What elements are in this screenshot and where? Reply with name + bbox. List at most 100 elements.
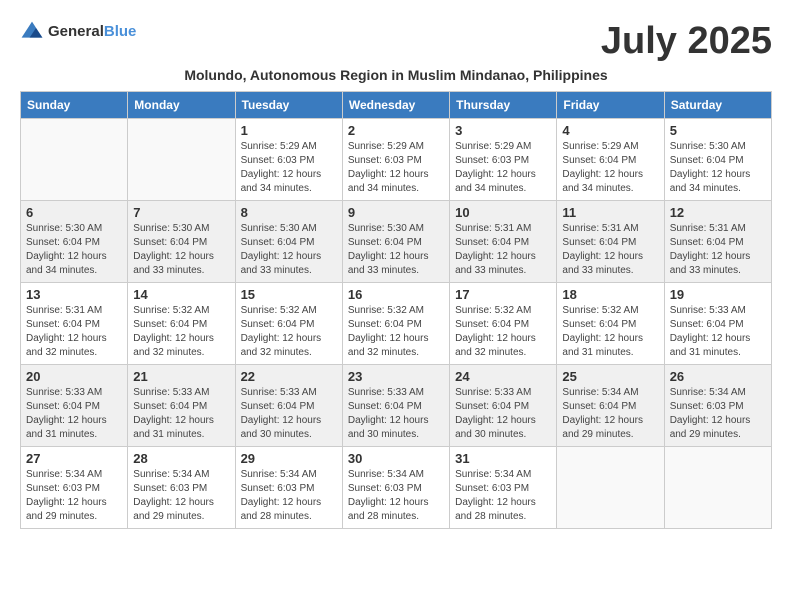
day-header-thursday: Thursday	[450, 92, 557, 119]
week-row-2: 6 Sunrise: 5:30 AM Sunset: 6:04 PM Daylig…	[21, 201, 772, 283]
day-header-tuesday: Tuesday	[235, 92, 342, 119]
day-number: 21	[133, 369, 229, 384]
day-info: Sunrise: 5:30 AM Sunset: 6:04 PM Dayligh…	[26, 222, 122, 278]
calendar-cell: 6 Sunrise: 5:30 AM Sunset: 6:04 PM Daylig…	[21, 201, 128, 283]
calendar-cell: 4 Sunrise: 5:29 AM Sunset: 6:04 PM Daylig…	[557, 119, 664, 201]
day-number: 30	[348, 451, 444, 466]
calendar-cell: 11 Sunrise: 5:31 AM Sunset: 6:04 PM Dayli…	[557, 201, 664, 283]
day-info: Sunrise: 5:33 AM Sunset: 6:04 PM Dayligh…	[670, 304, 766, 360]
calendar-cell: 2 Sunrise: 5:29 AM Sunset: 6:03 PM Daylig…	[342, 119, 449, 201]
day-info: Sunrise: 5:29 AM Sunset: 6:03 PM Dayligh…	[455, 140, 551, 196]
day-info: Sunrise: 5:31 AM Sunset: 6:04 PM Dayligh…	[562, 222, 658, 278]
day-info: Sunrise: 5:31 AM Sunset: 6:04 PM Dayligh…	[670, 222, 766, 278]
calendar-cell: 7 Sunrise: 5:30 AM Sunset: 6:04 PM Daylig…	[128, 201, 235, 283]
day-number: 11	[562, 205, 658, 220]
day-number: 18	[562, 287, 658, 302]
calendar-cell: 1 Sunrise: 5:29 AM Sunset: 6:03 PM Daylig…	[235, 119, 342, 201]
day-info: Sunrise: 5:31 AM Sunset: 6:04 PM Dayligh…	[455, 222, 551, 278]
day-number: 31	[455, 451, 551, 466]
day-info: Sunrise: 5:32 AM Sunset: 6:04 PM Dayligh…	[455, 304, 551, 360]
day-info: Sunrise: 5:33 AM Sunset: 6:04 PM Dayligh…	[348, 386, 444, 442]
logo-blue-text: Blue	[104, 23, 137, 40]
day-info: Sunrise: 5:31 AM Sunset: 6:04 PM Dayligh…	[26, 304, 122, 360]
day-info: Sunrise: 5:29 AM Sunset: 6:03 PM Dayligh…	[241, 140, 337, 196]
week-row-5: 27 Sunrise: 5:34 AM Sunset: 6:03 PM Dayli…	[21, 447, 772, 529]
day-number: 8	[241, 205, 337, 220]
day-number: 19	[670, 287, 766, 302]
calendar-cell: 24 Sunrise: 5:33 AM Sunset: 6:04 PM Dayli…	[450, 365, 557, 447]
calendar-cell: 18Sunrise: 5:32 AM Sunset: 6:04 PM Dayli…	[557, 283, 664, 365]
calendar-cell: 26Sunrise: 5:34 AM Sunset: 6:03 PM Dayli…	[664, 365, 771, 447]
day-info: Sunrise: 5:30 AM Sunset: 6:04 PM Dayligh…	[670, 140, 766, 196]
day-number: 24	[455, 369, 551, 384]
day-info: Sunrise: 5:33 AM Sunset: 6:04 PM Dayligh…	[26, 386, 122, 442]
calendar-cell: 25 Sunrise: 5:34 AM Sunset: 6:04 PM Dayli…	[557, 365, 664, 447]
day-number: 4	[562, 123, 658, 138]
calendar-table: SundayMondayTuesdayWednesdayThursdayFrid…	[20, 91, 772, 529]
day-header-friday: Friday	[557, 92, 664, 119]
calendar-cell: 23Sunrise: 5:33 AM Sunset: 6:04 PM Dayli…	[342, 365, 449, 447]
calendar-cell: 9 Sunrise: 5:30 AM Sunset: 6:04 PM Daylig…	[342, 201, 449, 283]
day-header-sunday: Sunday	[21, 92, 128, 119]
day-info: Sunrise: 5:33 AM Sunset: 6:04 PM Dayligh…	[455, 386, 551, 442]
week-row-1: 1 Sunrise: 5:29 AM Sunset: 6:03 PM Daylig…	[21, 119, 772, 201]
header: GeneralBlue July 2025	[20, 20, 772, 63]
calendar-cell: 31 Sunrise: 5:34 AM Sunset: 6:03 PM Dayli…	[450, 447, 557, 529]
day-number: 28	[133, 451, 229, 466]
day-number: 27	[26, 451, 122, 466]
calendar-cell: 27 Sunrise: 5:34 AM Sunset: 6:03 PM Dayli…	[21, 447, 128, 529]
day-header-wednesday: Wednesday	[342, 92, 449, 119]
week-row-4: 20 Sunrise: 5:33 AM Sunset: 6:04 PM Dayli…	[21, 365, 772, 447]
calendar-cell	[664, 447, 771, 529]
calendar-cell: 30Sunrise: 5:34 AM Sunset: 6:03 PM Dayli…	[342, 447, 449, 529]
day-number: 12	[670, 205, 766, 220]
day-info: Sunrise: 5:30 AM Sunset: 6:04 PM Dayligh…	[241, 222, 337, 278]
calendar-cell: 16Sunrise: 5:32 AM Sunset: 6:04 PM Dayli…	[342, 283, 449, 365]
calendar-cell: 13Sunrise: 5:31 AM Sunset: 6:04 PM Dayli…	[21, 283, 128, 365]
day-number: 10	[455, 205, 551, 220]
day-info: Sunrise: 5:34 AM Sunset: 6:03 PM Dayligh…	[241, 468, 337, 524]
calendar-cell: 14 Sunrise: 5:32 AM Sunset: 6:04 PM Dayli…	[128, 283, 235, 365]
calendar-cell: 8 Sunrise: 5:30 AM Sunset: 6:04 PM Daylig…	[235, 201, 342, 283]
day-number: 26	[670, 369, 766, 384]
day-info: Sunrise: 5:30 AM Sunset: 6:04 PM Dayligh…	[348, 222, 444, 278]
day-number: 29	[241, 451, 337, 466]
day-number: 7	[133, 205, 229, 220]
day-number: 3	[455, 123, 551, 138]
day-number: 5	[670, 123, 766, 138]
week-row-3: 13Sunrise: 5:31 AM Sunset: 6:04 PM Dayli…	[21, 283, 772, 365]
logo: GeneralBlue	[20, 20, 136, 44]
day-info: Sunrise: 5:32 AM Sunset: 6:04 PM Dayligh…	[133, 304, 229, 360]
day-info: Sunrise: 5:34 AM Sunset: 6:03 PM Dayligh…	[455, 468, 551, 524]
day-number: 20	[26, 369, 122, 384]
calendar-cell	[128, 119, 235, 201]
day-number: 1	[241, 123, 337, 138]
day-info: Sunrise: 5:34 AM Sunset: 6:03 PM Dayligh…	[133, 468, 229, 524]
day-number: 9	[348, 205, 444, 220]
calendar-cell: 22 Sunrise: 5:33 AM Sunset: 6:04 PM Dayli…	[235, 365, 342, 447]
calendar-cell: 19 Sunrise: 5:33 AM Sunset: 6:04 PM Dayli…	[664, 283, 771, 365]
calendar-cell: 21Sunrise: 5:33 AM Sunset: 6:04 PM Dayli…	[128, 365, 235, 447]
day-number: 22	[241, 369, 337, 384]
calendar-header-row: SundayMondayTuesdayWednesdayThursdayFrid…	[21, 92, 772, 119]
day-number: 2	[348, 123, 444, 138]
day-info: Sunrise: 5:32 AM Sunset: 6:04 PM Dayligh…	[241, 304, 337, 360]
day-number: 25	[562, 369, 658, 384]
calendar-cell: 28 Sunrise: 5:34 AM Sunset: 6:03 PM Dayli…	[128, 447, 235, 529]
calendar-cell: 29 Sunrise: 5:34 AM Sunset: 6:03 PM Dayli…	[235, 447, 342, 529]
day-info: Sunrise: 5:33 AM Sunset: 6:04 PM Dayligh…	[241, 386, 337, 442]
day-info: Sunrise: 5:29 AM Sunset: 6:04 PM Dayligh…	[562, 140, 658, 196]
calendar-cell: 12 Sunrise: 5:31 AM Sunset: 6:04 PM Dayli…	[664, 201, 771, 283]
day-header-monday: Monday	[128, 92, 235, 119]
day-info: Sunrise: 5:34 AM Sunset: 6:04 PM Dayligh…	[562, 386, 658, 442]
day-info: Sunrise: 5:34 AM Sunset: 6:03 PM Dayligh…	[26, 468, 122, 524]
subtitle: Molundo, Autonomous Region in Muslim Min…	[20, 67, 772, 83]
calendar-cell: 3 Sunrise: 5:29 AM Sunset: 6:03 PM Daylig…	[450, 119, 557, 201]
day-info: Sunrise: 5:29 AM Sunset: 6:03 PM Dayligh…	[348, 140, 444, 196]
logo-general-text: General	[48, 23, 104, 40]
day-number: 14	[133, 287, 229, 302]
month-title: July 2025	[601, 20, 772, 63]
day-number: 6	[26, 205, 122, 220]
calendar-cell: 15Sunrise: 5:32 AM Sunset: 6:04 PM Dayli…	[235, 283, 342, 365]
day-info: Sunrise: 5:30 AM Sunset: 6:04 PM Dayligh…	[133, 222, 229, 278]
